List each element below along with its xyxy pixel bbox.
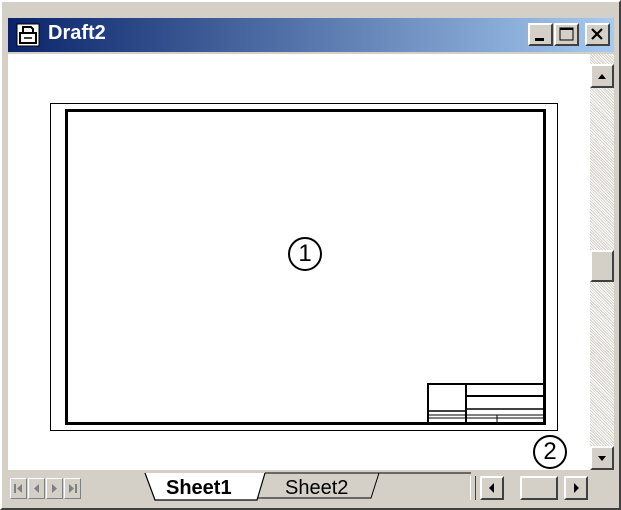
window-title: Draft2: [48, 22, 106, 44]
next-sheet-button[interactable]: [46, 478, 63, 499]
draft-document-icon[interactable]: [16, 23, 40, 47]
scroll-down-icon: [598, 456, 606, 461]
scroll-down-button[interactable]: [590, 446, 614, 470]
tab-sheet2[interactable]: Sheet2: [285, 477, 348, 500]
first-sheet-button[interactable]: [10, 478, 27, 499]
close-button[interactable]: [585, 23, 610, 46]
tab-split-handle[interactable]: [470, 476, 476, 500]
vertical-scrollbar[interactable]: [590, 54, 614, 470]
callout-drawing-area: 1: [288, 237, 322, 271]
title-bar[interactable]: Draft2: [8, 18, 614, 52]
previous-sheet-button[interactable]: [28, 478, 45, 499]
previous-sheet-icon: [34, 484, 39, 493]
minimize-icon: [535, 38, 544, 41]
horizontal-scroll-thumb[interactable]: [520, 476, 558, 500]
title-block: [427, 383, 545, 424]
scroll-left-icon: [489, 483, 494, 493]
last-sheet-button[interactable]: [64, 478, 81, 499]
callout-sheet-tabs: 2: [533, 435, 567, 469]
scroll-left-button[interactable]: [480, 476, 504, 500]
close-icon: [591, 28, 603, 40]
scroll-right-icon: [574, 483, 579, 493]
next-sheet-icon: [52, 484, 57, 493]
tab-sheet1[interactable]: Sheet1: [166, 477, 232, 500]
maximize-icon: [559, 27, 574, 41]
vertical-scroll-thumb[interactable]: [590, 250, 614, 282]
size-grip[interactable]: [590, 476, 614, 500]
maximize-button[interactable]: [554, 23, 579, 46]
scroll-right-button[interactable]: [564, 476, 588, 500]
last-sheet-icon: [69, 484, 77, 493]
scroll-up-icon: [598, 74, 606, 79]
sheet-tab-bar: Sheet1 Sheet2: [8, 472, 614, 502]
minimize-button[interactable]: [528, 23, 553, 46]
first-sheet-icon: [14, 484, 22, 493]
scroll-up-button[interactable]: [590, 64, 614, 88]
